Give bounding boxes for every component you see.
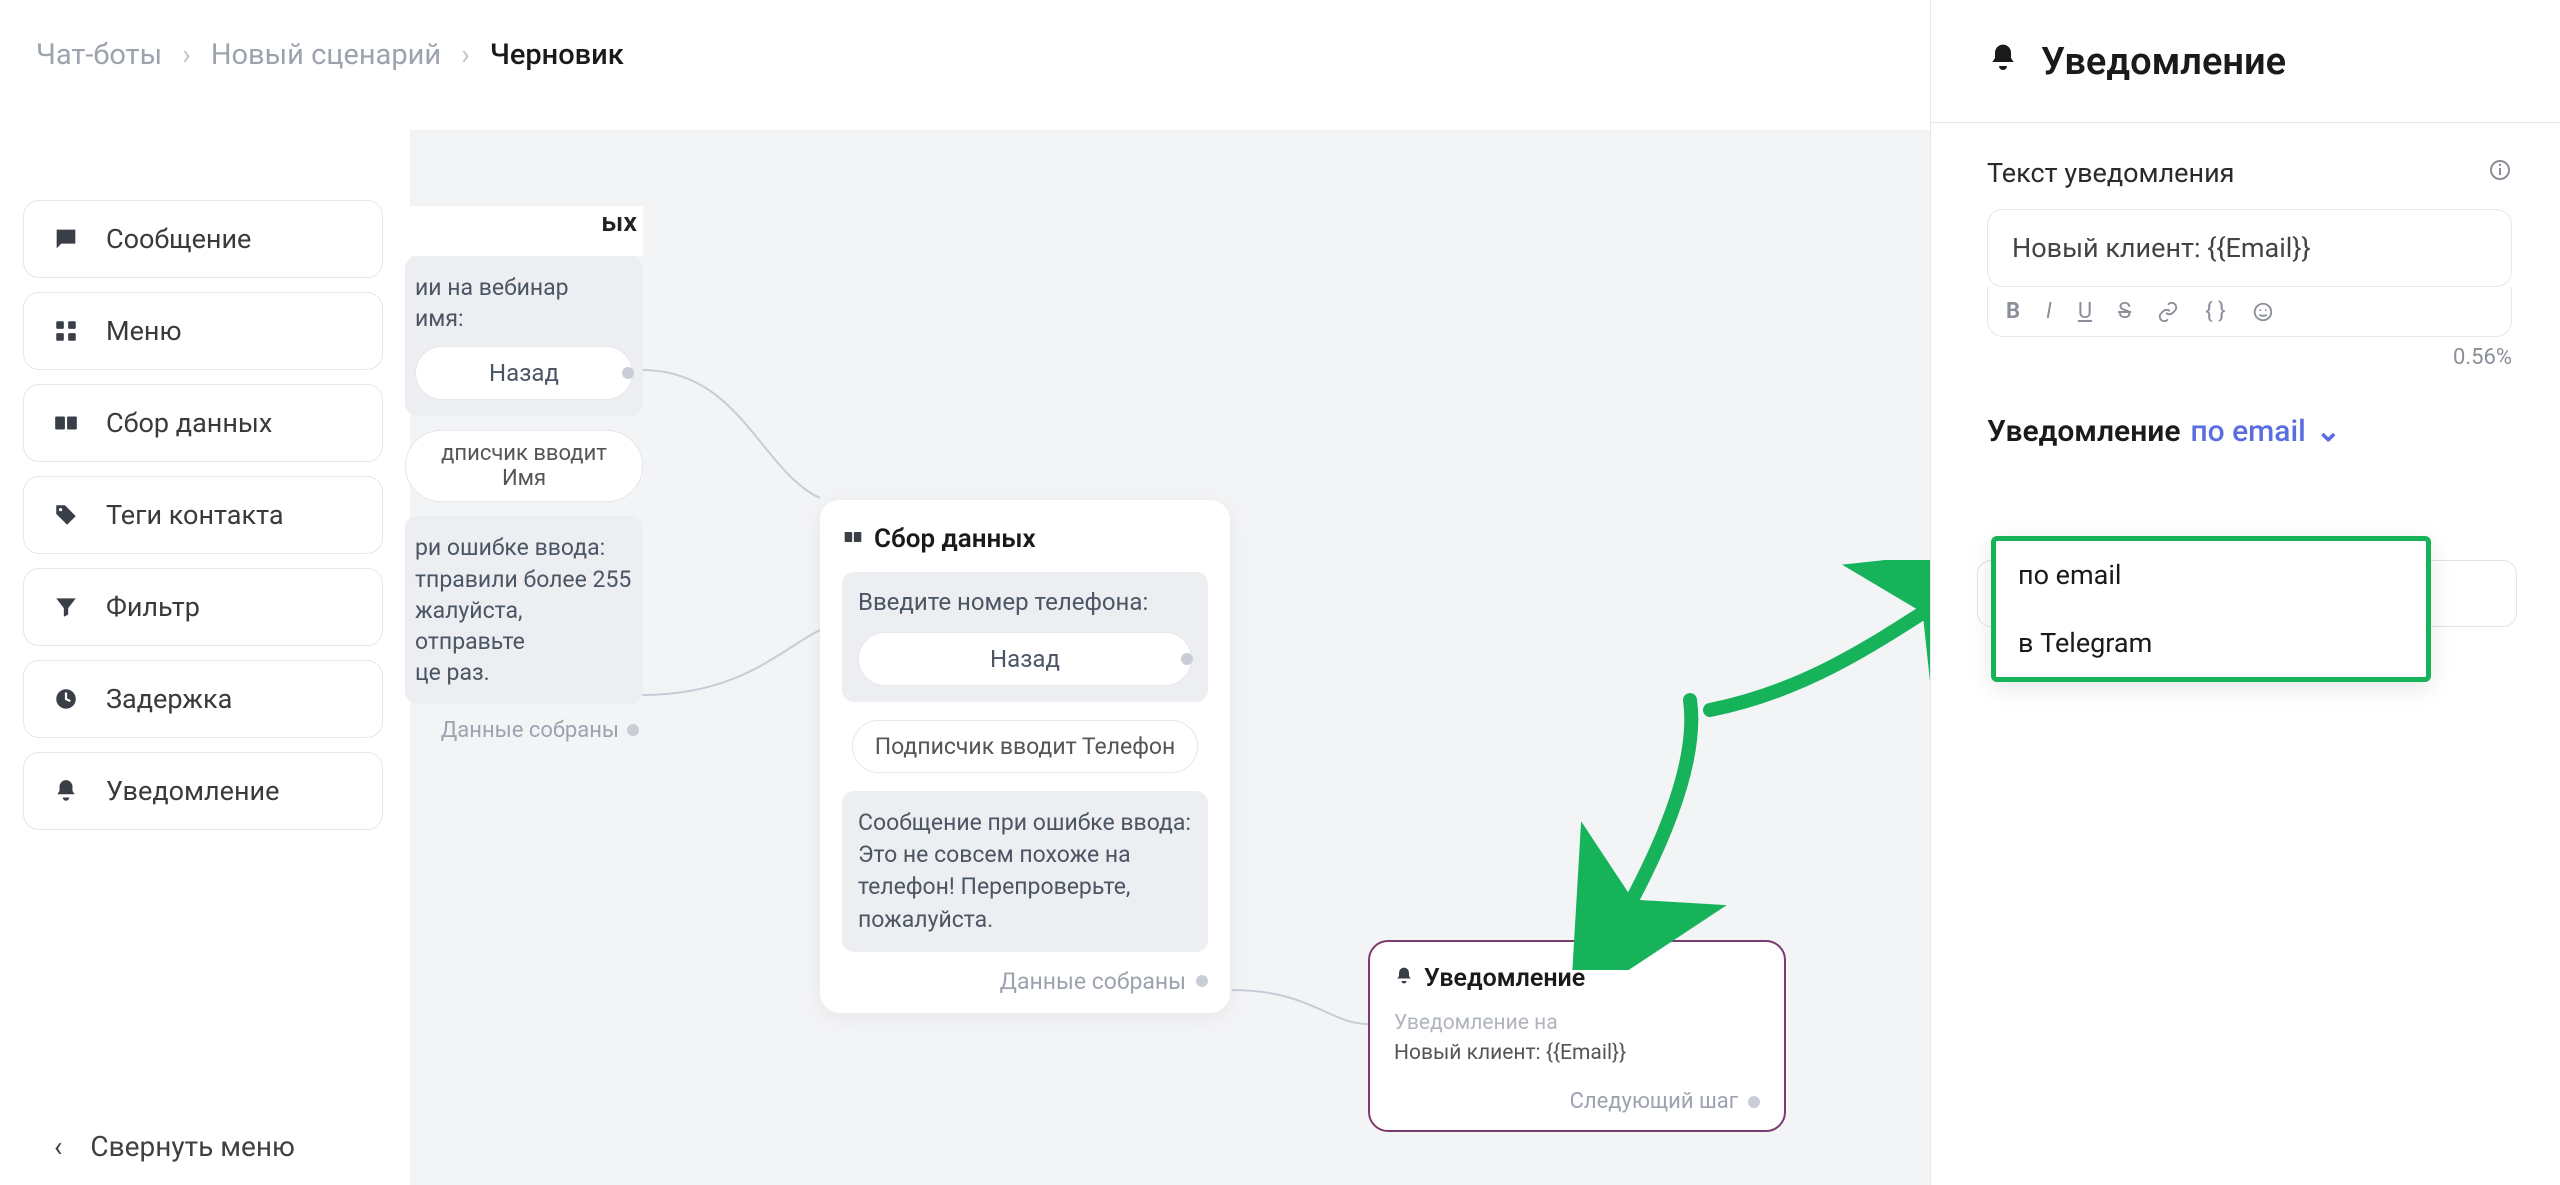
sidebar-item-filter[interactable]: Фильтр	[23, 568, 383, 646]
card-footer: Данные собраны	[842, 952, 1208, 995]
flow-card-collect-1-fragment[interactable]: ых ии на вебинар имя: Назад дписчик ввод…	[405, 206, 643, 745]
sidebar-item-label: Задержка	[106, 683, 232, 715]
breadcrumb: Чат-боты › Новый сценарий › Черновик	[36, 38, 624, 72]
link-button[interactable]	[2157, 301, 2179, 323]
variables-button[interactable]: { }	[2205, 299, 2225, 324]
tag-icon	[50, 499, 82, 531]
menu-icon	[50, 315, 82, 347]
form-icon	[842, 524, 864, 554]
dropdown-option-email[interactable]: по email	[1996, 541, 2426, 609]
bell-icon	[1394, 964, 1414, 993]
bell-icon	[1987, 40, 2019, 84]
sidebar-item-label: Сбор данных	[106, 407, 272, 439]
text-toolbar: B I U S { }	[1987, 287, 2512, 337]
sidebar-item-label: Теги контакта	[106, 499, 284, 531]
sidebar-item-label: Сообщение	[106, 223, 251, 255]
channel-dropdown[interactable]: по email в Telegram	[1991, 536, 2431, 682]
sidebar-item-label: Фильтр	[106, 591, 200, 623]
breadcrumb-sep-icon: ›	[461, 38, 470, 72]
sidebar-item-delay[interactable]: Задержка	[23, 660, 383, 738]
card-footer: Данные собраны	[405, 704, 643, 745]
collapse-menu-label: Свернуть меню	[90, 1130, 294, 1163]
panel-title: Уведомление	[2041, 40, 2286, 84]
filter-icon	[50, 591, 82, 623]
sidebar-item-collect[interactable]: Сбор данных	[23, 384, 383, 462]
breadcrumb-root[interactable]: Чат-боты	[36, 38, 162, 72]
card-title: Уведомление	[1394, 964, 1760, 993]
breadcrumb-sep-icon: ›	[182, 38, 191, 72]
connector-dot[interactable]	[1748, 1096, 1760, 1108]
card-footer: Следующий шаг	[1394, 1065, 1760, 1114]
italic-button[interactable]: I	[2046, 299, 2052, 324]
back-button[interactable]: Назад	[858, 632, 1192, 686]
clock-icon	[50, 683, 82, 715]
notification-target: Уведомление на	[1394, 1011, 1760, 1035]
chevron-left-icon: ‹	[54, 1130, 62, 1163]
connector-dot[interactable]	[622, 367, 634, 379]
sidebar-item-menu[interactable]: Меню	[23, 292, 383, 370]
notification-body: Новый клиент: {{Email}}	[1394, 1041, 1760, 1065]
bold-button[interactable]: B	[2006, 299, 2020, 324]
properties-panel: Уведомление Текст уведомления Новый клие…	[1930, 0, 2560, 1185]
connector-dot[interactable]	[627, 724, 639, 736]
card-title-fragment: ых	[405, 206, 643, 256]
text-label: Текст уведомления	[1987, 157, 2234, 189]
info-icon[interactable]	[2488, 157, 2512, 189]
sidebar-item-notification[interactable]: Уведомление	[23, 752, 383, 830]
panel-header: Уведомление	[1931, 0, 2560, 123]
breadcrumb-mid[interactable]: Новый сценарий	[211, 38, 441, 72]
sidebar-item-tags[interactable]: Теги контакта	[23, 476, 383, 554]
back-button-fragment[interactable]: Назад	[415, 346, 633, 400]
collapse-menu-button[interactable]: ‹ Свернуть меню	[54, 1130, 295, 1163]
input-chip: Подписчик вводит Телефон	[852, 720, 1199, 773]
error-block-fragment: ри ошибке ввода: тправили более 255 жалу…	[405, 516, 643, 703]
error-block: Сообщение при ошибке ввода: Это не совсе…	[842, 791, 1208, 952]
sidebar: Сообщение Меню Сбор данных Теги контакта…	[23, 200, 383, 830]
prompt-block-fragment: ии на вебинар имя: Назад	[405, 256, 643, 416]
chevron-down-icon: ⌄	[2316, 414, 2341, 449]
notification-text-input[interactable]: Новый клиент: {{Email}}	[1987, 209, 2512, 287]
channel-selector[interactable]: Уведомление по email ⌄	[1987, 414, 2512, 449]
flow-card-notification[interactable]: Уведомление Уведомление на Новый клиент:…	[1368, 940, 1786, 1132]
form-icon	[50, 407, 82, 439]
sidebar-item-label: Меню	[106, 315, 182, 347]
sidebar-item-message[interactable]: Сообщение	[23, 200, 383, 278]
strike-button[interactable]: S	[2118, 299, 2131, 324]
prompt-block: Введите номер телефона: Назад	[842, 572, 1208, 702]
dropdown-option-telegram[interactable]: в Telegram	[1996, 609, 2426, 677]
connector-dot[interactable]	[1181, 653, 1193, 665]
card-title: Сбор данных	[842, 524, 1208, 554]
flow-card-collect-2[interactable]: Сбор данных Введите номер телефона: Наза…	[820, 500, 1230, 1013]
sidebar-item-label: Уведомление	[106, 775, 279, 807]
breadcrumb-current: Черновик	[490, 38, 624, 72]
message-icon	[50, 223, 82, 255]
char-counter: 0.56%	[1987, 345, 2512, 370]
bell-icon	[50, 775, 82, 807]
underline-button[interactable]: U	[2078, 299, 2092, 324]
input-chip-fragment: дписчик вводит Имя	[405, 430, 643, 502]
emoji-button[interactable]	[2252, 301, 2274, 323]
connector-dot[interactable]	[1196, 975, 1208, 987]
